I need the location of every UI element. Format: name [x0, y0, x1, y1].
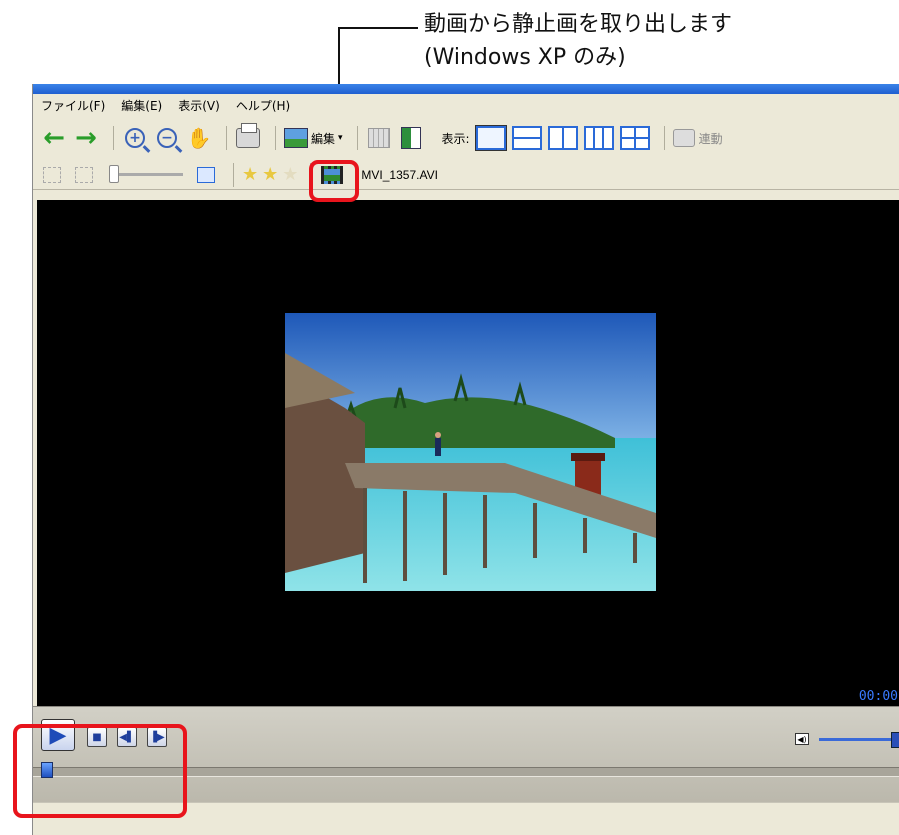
layout-quad-button[interactable]	[619, 126, 650, 150]
callout-annotation: 動画から静止画を取り出します (Windows XP のみ)	[424, 8, 894, 74]
link-icon	[672, 129, 695, 147]
highlight-playback-controls	[13, 724, 187, 818]
file-name: MVI_1357.AVI	[361, 167, 438, 182]
title-bar	[33, 84, 899, 94]
edit-menu-button[interactable]: 編集 ▾	[284, 125, 343, 151]
video-frame-image	[285, 313, 656, 591]
rating-star-icon[interactable]: ★	[242, 165, 258, 184]
menu-bar: ファイル(F) 編集(E) 表示(V) ヘルプ(H)	[33, 94, 899, 116]
menu-help[interactable]: ヘルプ(H)	[236, 97, 290, 114]
thumbnail-grid-icon	[367, 128, 390, 148]
menu-file[interactable]: ファイル(F)	[41, 97, 105, 114]
view-label: 表示:	[441, 131, 470, 146]
slideshow-icon	[400, 127, 421, 149]
image-edit-icon	[284, 128, 308, 148]
zoom-out-button[interactable]: −	[154, 125, 180, 151]
volume-slider-thumb[interactable]	[891, 732, 899, 748]
timecode-display: 00:00	[858, 689, 898, 704]
fit-zoom-button[interactable]	[71, 162, 97, 188]
thumbnail-button[interactable]	[366, 125, 392, 151]
dropdown-arrow-icon: ▾	[338, 133, 343, 143]
sync-button[interactable]: 連動	[672, 125, 723, 151]
layout-three-column-button[interactable]	[583, 126, 614, 150]
slideshow-button[interactable]	[398, 125, 424, 151]
menu-edit[interactable]: 編集(E)	[121, 97, 162, 114]
toolbar-separator	[226, 126, 227, 150]
printer-icon	[236, 123, 260, 148]
callout-leader-horizontal	[338, 27, 418, 29]
zoom-in-icon: +	[125, 128, 145, 148]
layout-single-button[interactable]	[474, 125, 507, 151]
toolbar-separator	[233, 162, 234, 187]
arrow-left-icon: ←	[43, 123, 65, 153]
fit-window-button[interactable]	[193, 162, 219, 188]
main-toolbar: ← → + − ✋ 編集 ▾ 表示: 連動	[33, 118, 899, 158]
volume-slider[interactable]	[819, 738, 899, 741]
app-window: ファイル(F) 編集(E) 表示(V) ヘルプ(H) ← → + − ✋ 編集 …	[32, 84, 899, 835]
rating-star-icon[interactable]: ★	[262, 165, 278, 184]
forward-button[interactable]: →	[73, 125, 99, 151]
edit-label: 編集	[311, 131, 336, 146]
volume-icon[interactable]: ◀)	[795, 733, 809, 745]
zoom-in-button[interactable]: +	[122, 125, 148, 151]
zoom-slider-thumb[interactable]	[109, 165, 119, 183]
print-button[interactable]	[235, 123, 261, 151]
pan-button[interactable]: ✋	[186, 125, 212, 151]
back-button[interactable]: ←	[41, 125, 67, 151]
fit-window-icon	[197, 166, 215, 183]
video-frame	[285, 313, 656, 591]
fit-zoom-icon	[75, 166, 93, 183]
zoom-slider[interactable]	[109, 165, 183, 183]
callout-line-2: (Windows XP のみ)	[424, 45, 626, 70]
highlight-extract-still-button	[309, 160, 359, 202]
arrow-right-icon: →	[75, 123, 97, 153]
actual-size-icon	[43, 166, 61, 183]
layout-vertical-split-button[interactable]	[547, 126, 578, 150]
actual-size-button[interactable]	[39, 162, 65, 188]
secondary-toolbar: ★ ★ ★ MVI_1357.AVI	[33, 160, 899, 190]
zoom-out-icon: −	[157, 128, 177, 148]
callout-line-1: 動画から静止画を取り出します	[424, 12, 733, 37]
hand-icon: ✋	[186, 126, 212, 150]
layout-horizontal-split-button[interactable]	[511, 126, 542, 150]
sync-label: 連動	[698, 131, 723, 146]
toolbar-separator	[356, 126, 358, 150]
rating-star-empty-icon[interactable]: ★	[282, 165, 298, 184]
toolbar-separator	[113, 126, 114, 150]
toolbar-separator	[275, 126, 276, 150]
video-viewer[interactable]: 00:00	[37, 200, 899, 706]
toolbar-separator	[663, 126, 665, 150]
menu-view[interactable]: 表示(V)	[178, 97, 220, 114]
